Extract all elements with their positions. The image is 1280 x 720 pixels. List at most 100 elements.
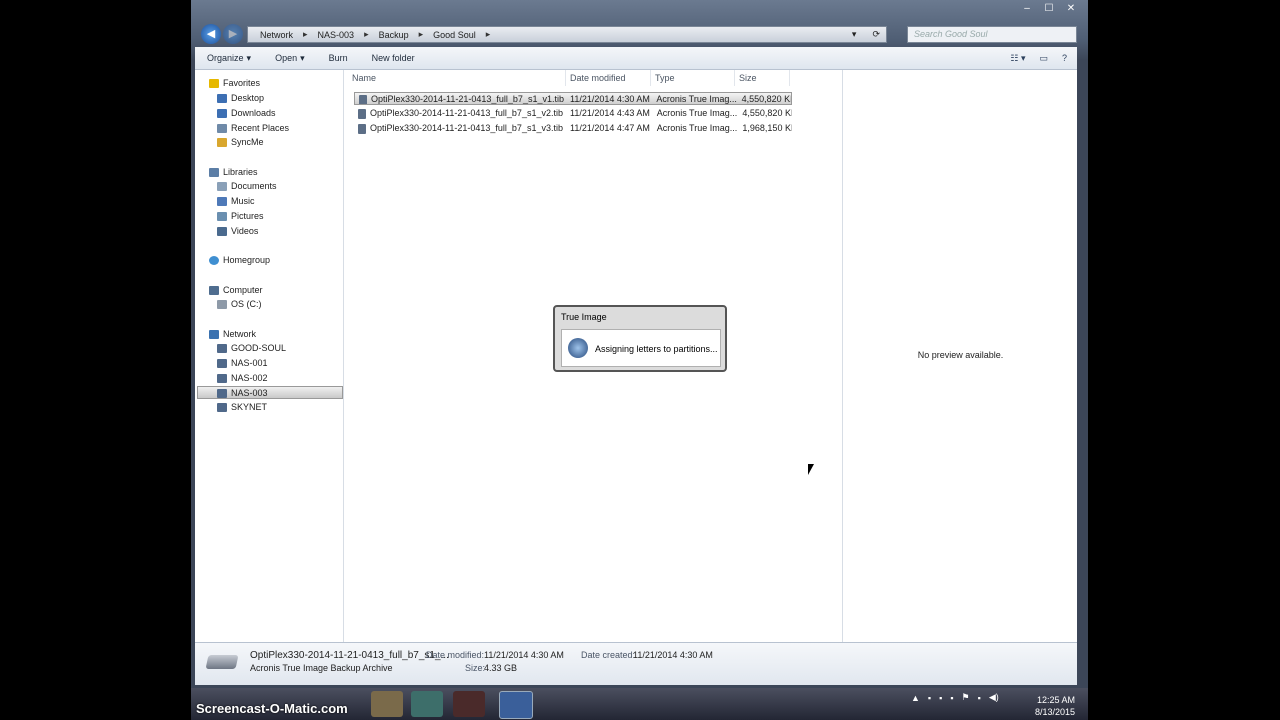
column-header-size[interactable]: Size (735, 70, 790, 86)
nav-favorites[interactable]: Favorites (209, 77, 260, 90)
file-row[interactable]: OptiPlex330-2014-11-21-0413_full_b7_s1_v… (354, 92, 792, 105)
file-explorer-taskbar-icon[interactable] (371, 691, 403, 717)
nav-documents[interactable]: Documents (217, 180, 277, 193)
tray-app-icon[interactable]: ▪ (950, 693, 953, 703)
nav-skynet[interactable]: SKYNET (217, 401, 267, 414)
preview-pane-icon[interactable]: ▭ (1039, 53, 1048, 64)
nav-good-soul[interactable]: GOOD-SOUL (217, 342, 286, 355)
nav-os-drive[interactable]: OS (C:) (217, 298, 262, 311)
search-input[interactable]: Search Good Soul (907, 26, 1077, 43)
nav-syncme[interactable]: SyncMe (217, 136, 264, 149)
file-row[interactable]: OptiPlex330-2014-11-21-0413_full_b7_s1_v… (354, 107, 792, 120)
nav-homegroup[interactable]: Homegroup (209, 254, 270, 267)
file-name: OptiPlex330-2014-11-21-0413_full_b7_s1_v… (371, 94, 564, 104)
nav-music[interactable]: Music (217, 195, 255, 208)
nav-label: Downloads (231, 108, 276, 118)
chevron-down-icon[interactable]: ▾ (852, 29, 863, 40)
window-controls: – ☐ ✕ (1016, 2, 1082, 16)
refresh-icon[interactable]: ⟳ (872, 29, 886, 40)
maximize-button[interactable]: ☐ (1038, 2, 1060, 16)
taskbar-clock[interactable]: 12:25 AM 8/13/2015 (1035, 694, 1075, 718)
desktop-icon (217, 94, 227, 103)
breadcrumb-item[interactable]: NAS-003 (318, 30, 355, 40)
tray-expand-icon[interactable]: ▲ (911, 693, 920, 703)
burn-button[interactable]: Burn (317, 53, 360, 63)
details-filetype: Acronis True Image Backup Archive (250, 663, 393, 673)
nav-label: SyncMe (231, 137, 264, 147)
new-folder-button[interactable]: New folder (360, 53, 427, 63)
column-header-name[interactable]: Name (348, 70, 566, 86)
nav-label: SKYNET (231, 402, 268, 412)
title-bar: – ☐ ✕ (191, 0, 1088, 22)
file-type: Acronis True Imag... (656, 94, 737, 104)
nav-label: Desktop (231, 93, 265, 103)
dialog-message: Assigning letters to partitions... (595, 344, 718, 354)
archive-file-icon (205, 655, 239, 669)
close-button[interactable]: ✕ (1060, 2, 1082, 16)
preview-pane: No preview available. (842, 70, 1078, 642)
app-taskbar-icon[interactable] (453, 691, 485, 717)
breadcrumb-item[interactable]: Backup (379, 30, 409, 40)
downloads-icon (217, 109, 227, 118)
details-date-created: 11/21/2014 4:30 AM (633, 650, 713, 660)
forward-arrow-icon[interactable]: ▶ (223, 24, 243, 44)
computer-icon (217, 359, 227, 368)
organize-label: Organize (207, 53, 244, 63)
nav-desktop[interactable]: Desktop (217, 92, 264, 105)
file-row[interactable]: OptiPlex330-2014-11-21-0413_full_b7_s1_v… (354, 122, 792, 135)
nav-nas-001[interactable]: NAS-001 (217, 357, 268, 370)
computer-icon (217, 403, 227, 412)
minimize-button[interactable]: – (1016, 2, 1038, 16)
breadcrumb[interactable]: Network ▸ NAS-003 ▸ Backup ▸ Good Soul ▸ ▾ ⟳ (247, 26, 887, 43)
network-tray-icon[interactable]: ▪ (978, 693, 981, 703)
app-taskbar-icon[interactable] (411, 691, 443, 717)
true-image-dialog: True Image Assigning letters to partitio… (553, 305, 727, 372)
nav-network[interactable]: Network (209, 328, 256, 341)
music-icon (217, 197, 227, 206)
command-bar: Organize ▾ Open ▾ Burn New folder ☷ ▾ ▭ ? (195, 47, 1077, 70)
nav-label: GOOD-SOUL (231, 343, 287, 353)
column-header-date[interactable]: Date modified (566, 70, 651, 86)
nav-nas-002[interactable]: NAS-002 (217, 372, 268, 385)
nav-label: Music (231, 196, 255, 206)
chevron-right-icon: ▸ (364, 29, 369, 39)
open-button[interactable]: Open ▾ (263, 53, 317, 64)
archive-file-icon (359, 94, 367, 104)
flag-icon[interactable]: ⚑ (962, 692, 970, 703)
details-date-modified: 11/21/2014 4:30 AM (484, 650, 564, 660)
acronis-progress-icon (568, 338, 588, 358)
nav-label: Computer (223, 285, 263, 295)
nav-label: Videos (231, 226, 259, 236)
volume-icon[interactable]: ◀) (989, 692, 999, 703)
nav-computer[interactable]: Computer (209, 284, 263, 297)
back-arrow-icon[interactable]: ◀ (201, 24, 221, 44)
nav-downloads[interactable]: Downloads (217, 107, 276, 120)
acronis-taskbar-icon[interactable] (499, 691, 533, 719)
nav-recent-places[interactable]: Recent Places (217, 122, 289, 135)
videos-icon (217, 227, 227, 236)
file-name: OptiPlex330-2014-11-21-0413_full_b7_s1_v… (370, 123, 563, 133)
file-date: 11/21/2014 4:30 AM (570, 94, 650, 104)
nav-label: NAS-001 (231, 358, 268, 368)
nav-label: Favorites (223, 78, 261, 88)
organize-button[interactable]: Organize ▾ (195, 53, 263, 64)
nav-libraries[interactable]: Libraries (209, 166, 258, 179)
file-size: 4,550,820 KB (742, 108, 793, 118)
view-options-icon[interactable]: ☷ ▾ (1010, 53, 1025, 64)
nav-videos[interactable]: Videos (217, 225, 258, 238)
libraries-icon (209, 168, 219, 177)
chevron-right-icon: ▸ (418, 29, 424, 39)
nav-nas-003[interactable]: NAS-003 (217, 387, 268, 400)
screencast-watermark: Screencast-O-Matic.com (196, 701, 348, 716)
tray-app-icon[interactable]: ▪ (939, 693, 942, 703)
file-type: Acronis True Imag... (656, 108, 738, 118)
file-name: OptiPlex330-2014-11-21-0413_full_b7_s1_v… (370, 108, 563, 118)
nav-label: Recent Places (231, 123, 290, 133)
tray-app-icon[interactable]: ▪ (928, 693, 931, 703)
breadcrumb-item[interactable]: Network (260, 30, 293, 40)
help-icon[interactable]: ? (1062, 53, 1067, 64)
breadcrumb-item[interactable]: Good Soul (433, 30, 476, 40)
dialog-body: Assigning letters to partitions... (561, 329, 721, 367)
column-header-type[interactable]: Type (651, 70, 735, 86)
nav-pictures[interactable]: Pictures (217, 210, 264, 223)
